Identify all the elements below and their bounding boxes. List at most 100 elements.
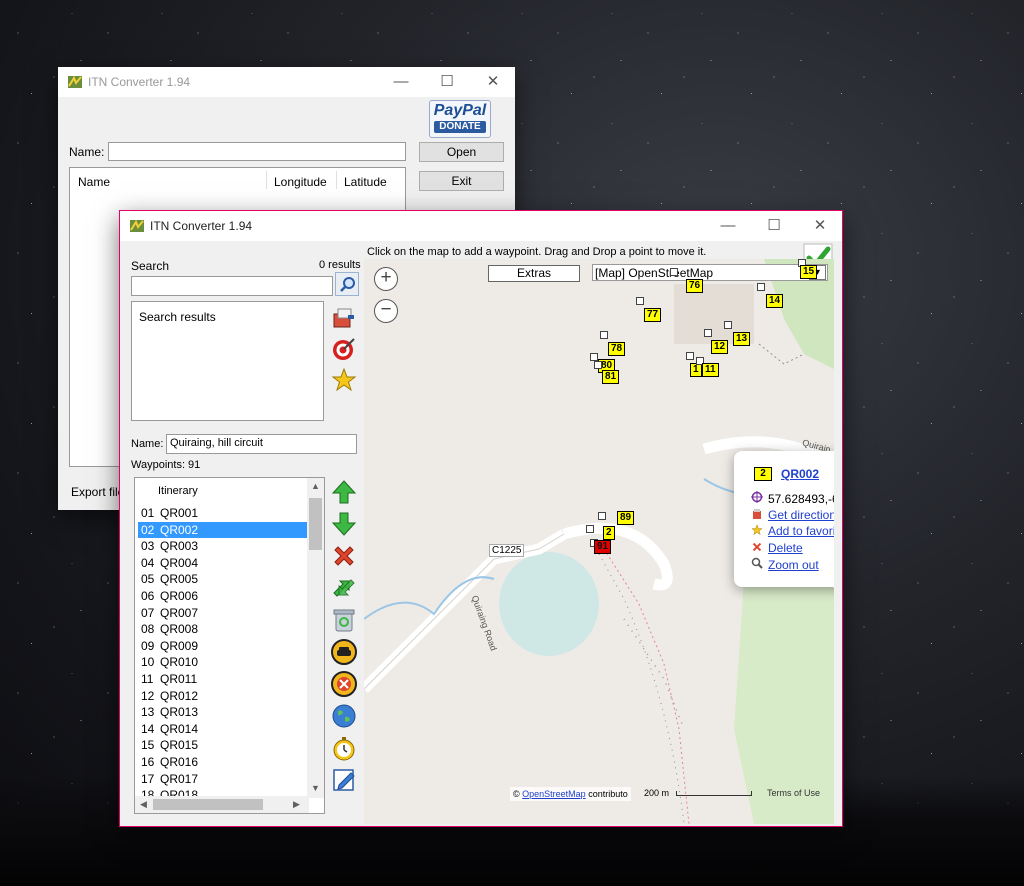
- add-search-result-button[interactable]: [331, 305, 357, 331]
- column-header-name[interactable]: Name: [78, 175, 110, 189]
- search-input[interactable]: [131, 276, 333, 296]
- timer-button[interactable]: [331, 735, 357, 761]
- itinerary-row[interactable]: 11 QR011: [138, 671, 307, 687]
- popup-waypoint-title-link[interactable]: QR002: [781, 467, 819, 481]
- waypoint-marker-icon[interactable]: [686, 352, 694, 360]
- waypoint-label[interactable]: 11: [702, 363, 719, 377]
- itinerary-row[interactable]: 09 QR009: [138, 638, 307, 654]
- zoom-out-button[interactable]: −: [374, 299, 398, 323]
- scrollbar-thumb[interactable]: [153, 799, 263, 810]
- waypoint-label[interactable]: 91: [594, 540, 612, 554]
- waypoint-label[interactable]: 2: [603, 526, 615, 540]
- move-down-button[interactable]: [331, 511, 357, 537]
- scroll-right-arrow-icon[interactable]: ▶: [293, 799, 300, 810]
- maximize-button[interactable]: ☐: [424, 67, 470, 97]
- itinerary-row[interactable]: 01 QR001: [138, 505, 307, 521]
- column-divider: [336, 171, 337, 189]
- route-name-input[interactable]: Quiraing, hill circuit: [166, 434, 357, 454]
- name-input[interactable]: [108, 142, 406, 161]
- waypoint-label[interactable]: 12: [711, 340, 729, 354]
- itinerary-horizontal-scrollbar[interactable]: ◀ ▶: [135, 796, 309, 813]
- column-header-longitude[interactable]: Longitude: [274, 175, 327, 189]
- waypoint-label[interactable]: 89: [617, 511, 635, 525]
- waypoint-label[interactable]: 14: [766, 294, 784, 308]
- delete-waypoint-button[interactable]: [331, 543, 357, 569]
- waypoint-label[interactable]: 78: [608, 342, 626, 356]
- itinerary-column-header[interactable]: Itinerary: [158, 485, 198, 497]
- map-view[interactable]: + − Extras [Map] OpenStreetMap ▾ C1225 Q…: [364, 259, 834, 824]
- zoom-in-button[interactable]: +: [374, 267, 398, 291]
- itinerary-row-name: QR014: [160, 721, 199, 736]
- openstreetmap-link[interactable]: OpenStreetMap: [522, 789, 586, 799]
- waypoint-label[interactable]: 81: [602, 370, 620, 384]
- itinerary-vertical-scrollbar[interactable]: ▲ ▼: [307, 478, 324, 798]
- itinerary-row[interactable]: 12 QR012: [138, 688, 307, 704]
- minimize-button[interactable]: —: [378, 67, 424, 97]
- paypal-donate-button[interactable]: PayPal DONATE: [429, 100, 491, 138]
- car-routing-button[interactable]: [331, 639, 357, 665]
- waypoint-marker-icon[interactable]: [757, 283, 765, 291]
- favorites-button[interactable]: [331, 367, 357, 393]
- recycle-button[interactable]: [331, 607, 357, 633]
- waypoint-marker-icon[interactable]: [704, 329, 712, 337]
- move-up-button[interactable]: [331, 479, 357, 505]
- extras-button[interactable]: Extras: [488, 265, 580, 282]
- title-bar[interactable]: ITN Converter 1.94 — ☐ ✕: [120, 211, 842, 241]
- waypoint-marker-icon[interactable]: [636, 297, 644, 305]
- waypoint-label[interactable]: 76: [686, 279, 704, 293]
- scrollbar-thumb[interactable]: [309, 498, 322, 550]
- itinerary-row[interactable]: 06 QR006: [138, 588, 307, 604]
- itinerary-row-number: 12: [141, 688, 155, 703]
- terms-of-use-link[interactable]: Terms of Use: [767, 788, 820, 798]
- waypoint-marker-icon[interactable]: [724, 321, 732, 329]
- reverse-route-button[interactable]: [331, 575, 357, 601]
- map-type-select[interactable]: [Map] OpenStreetMap ▾: [592, 264, 828, 281]
- itinerary-list[interactable]: Itinerary 01 QR001 02 QR002 03 QR003 04 QR004 05…: [134, 477, 325, 814]
- itinerary-row[interactable]: 03 QR003: [138, 538, 307, 554]
- itinerary-row[interactable]: 13 QR013: [138, 704, 307, 720]
- itinerary-row-name: QR007: [160, 605, 199, 620]
- itinerary-row[interactable]: 07 QR007: [138, 605, 307, 621]
- close-button[interactable]: ✕: [470, 67, 516, 97]
- waypoint-label[interactable]: 15: [800, 265, 818, 279]
- minimize-button[interactable]: —: [705, 211, 751, 241]
- itinerary-row[interactable]: 17 QR017: [138, 771, 307, 787]
- edit-button[interactable]: [331, 767, 357, 793]
- itinerary-row[interactable]: 15 QR015: [138, 737, 307, 753]
- itinerary-row-name: QR010: [160, 655, 199, 670]
- open-button[interactable]: Open: [419, 142, 504, 162]
- waypoint-label[interactable]: 13: [733, 332, 751, 346]
- clear-routing-button[interactable]: [331, 671, 357, 697]
- waypoint-label[interactable]: 1: [690, 363, 702, 377]
- popup-directions-link[interactable]: Get directions for this segment: [768, 508, 834, 522]
- popup-delete-link[interactable]: Delete: [768, 541, 803, 555]
- waypoint-marker-icon[interactable]: [590, 353, 598, 361]
- waypoint-label[interactable]: 77: [644, 308, 662, 322]
- scroll-down-arrow-icon[interactable]: ▼: [311, 783, 320, 793]
- globe-button[interactable]: [331, 703, 357, 729]
- scroll-up-arrow-icon[interactable]: ▲: [311, 481, 320, 491]
- itinerary-row[interactable]: 08 QR008: [138, 621, 307, 637]
- column-header-latitude[interactable]: Latitude: [344, 175, 387, 189]
- waypoint-marker-icon[interactable]: [670, 268, 678, 276]
- itinerary-row[interactable]: 16 QR016: [138, 754, 307, 770]
- itinerary-row[interactable]: 05 QR005: [138, 571, 307, 587]
- waypoint-marker-icon[interactable]: [586, 525, 594, 533]
- popup-favorites-link[interactable]: Add to favorites: [768, 524, 834, 538]
- itinerary-row[interactable]: 04 QR004: [138, 555, 307, 571]
- search-results-list[interactable]: Search results: [131, 301, 324, 421]
- title-bar[interactable]: ITN Converter 1.94 — ☐ ✕: [58, 67, 515, 97]
- waypoint-marker-icon[interactable]: [600, 331, 608, 339]
- itinerary-row[interactable]: 10 QR010: [138, 654, 307, 670]
- exit-button[interactable]: Exit: [419, 171, 504, 191]
- target-button[interactable]: [331, 336, 357, 362]
- close-button[interactable]: ✕: [797, 211, 843, 241]
- scroll-left-arrow-icon[interactable]: ◀: [140, 799, 147, 810]
- maximize-button[interactable]: ☐: [751, 211, 797, 241]
- itinerary-row[interactable]: 14 QR014: [138, 721, 307, 737]
- search-button[interactable]: [335, 272, 359, 296]
- popup-zoom-out-link[interactable]: Zoom out: [768, 558, 819, 572]
- waypoint-marker-icon[interactable]: [594, 361, 602, 369]
- waypoint-marker-icon[interactable]: [598, 512, 606, 520]
- itinerary-row[interactable]: 02 QR002: [138, 521, 307, 538]
